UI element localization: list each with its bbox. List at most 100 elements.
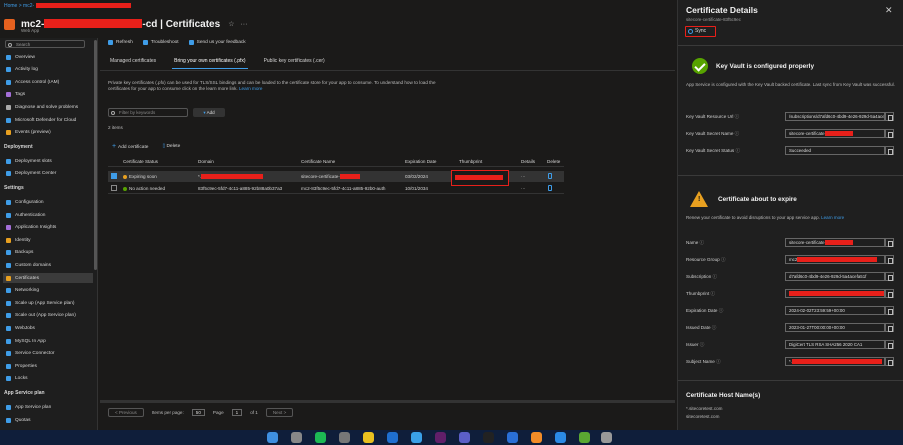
sidebar-item-certificates[interactable]: Certificates <box>3 273 93 283</box>
add-certificate-button[interactable]: + Add certificate <box>112 143 148 150</box>
field-value[interactable]: /subscriptions/d7afd6c0-4bd9-4e26-929d-5… <box>785 112 885 121</box>
trash-icon[interactable] <box>548 173 552 179</box>
field-value[interactable]: sitecore-certificate <box>785 238 885 247</box>
git-icon[interactable] <box>579 432 590 443</box>
sidebar-item-microsoft-defender-for-cloud[interactable]: Microsoft Defender for Cloud <box>3 115 93 125</box>
col-expiration[interactable]: Expiration Date <box>405 159 436 164</box>
field-value[interactable]: sitecore-certificate <box>785 129 885 138</box>
tab-bring-your-own[interactable]: Bring your own certificates (.pfx) <box>172 56 248 69</box>
spotify-icon[interactable] <box>315 432 326 443</box>
sidebar-item-configuration[interactable]: Configuration <box>3 197 93 207</box>
sidebar-item-app-service-plan[interactable]: App Service plan <box>3 402 93 412</box>
copy-icon[interactable] <box>885 340 894 349</box>
trash-icon[interactable] <box>601 432 612 443</box>
sidebar-item-custom-domains[interactable]: Custom domains <box>3 260 93 270</box>
bars-icon <box>6 199 11 205</box>
add-filter-button[interactable]: ▾ Add <box>193 108 225 117</box>
tab-public-key[interactable]: Public key certificates (.cer) <box>262 56 327 69</box>
sidebar-scrollbar[interactable] <box>94 40 97 270</box>
sidebar-item-identity[interactable]: Identity <box>3 235 93 245</box>
sidebar-item-service-connector[interactable]: Service Connector <box>3 349 93 359</box>
col-name[interactable]: Certificate Name <box>301 159 335 164</box>
sidebar-item-application-insights[interactable]: Application Insights <box>3 223 93 233</box>
page-size-select[interactable]: 50 <box>191 409 205 416</box>
delete-button[interactable]: ▯ Delete <box>162 144 180 149</box>
files-icon[interactable] <box>411 432 422 443</box>
col-thumbprint[interactable]: Thumbprint <box>459 159 482 164</box>
learn-more-link[interactable]: Learn more <box>821 215 844 220</box>
copy-icon[interactable] <box>885 272 894 281</box>
details-button[interactable]: ··· <box>521 174 526 179</box>
finder-icon[interactable] <box>267 432 278 443</box>
row-checkbox[interactable] <box>111 173 117 179</box>
sidebar-item-quotas[interactable]: Quotas <box>3 415 93 425</box>
copy-icon[interactable] <box>885 323 894 332</box>
page-select[interactable]: 1 <box>231 409 243 416</box>
copy-icon[interactable] <box>885 306 894 315</box>
refresh-button[interactable]: Refresh <box>108 40 133 45</box>
field-value[interactable]: d7afd6c0-4bd9-4e26-929d-5a4acefa51f <box>785 272 885 281</box>
sidebar-item-properties[interactable]: Properties <box>3 361 93 371</box>
sidebar-item-diagnose-and-solve-problems[interactable]: Diagnose and solve problems <box>3 102 93 112</box>
vscode-icon[interactable] <box>555 432 566 443</box>
sidebar-item-scale-out-app-service-plan[interactable]: Scale out (App Service plan) <box>3 311 93 321</box>
sidebar-item-mysql-in-app[interactable]: MySQL In App <box>3 336 93 346</box>
vpn-icon[interactable] <box>507 432 518 443</box>
sidebar-item-deployment-center[interactable]: Deployment Center <box>3 169 93 179</box>
field-value[interactable]: 2024-02-02T23:59:59+00:00 <box>785 306 885 315</box>
settings-icon[interactable] <box>339 432 350 443</box>
field-value[interactable]: Succeeded <box>785 146 885 155</box>
tab-managed-certificates[interactable]: Managed certificates <box>108 56 158 69</box>
trash-icon[interactable] <box>548 185 552 191</box>
sidebar-item-access-control-iam[interactable]: Access control (IAM) <box>3 77 93 87</box>
previous-button[interactable]: < Previous <box>108 408 144 417</box>
field-value[interactable]: 2023-01-27T00:00:00+00:00 <box>785 323 885 332</box>
field-value[interactable] <box>785 289 885 298</box>
terminal-icon[interactable] <box>483 432 494 443</box>
horizontal-scrollbar[interactable] <box>100 400 675 403</box>
sidebar-item-activity-log[interactable]: Activity log <box>3 65 93 75</box>
row-checkbox[interactable] <box>111 185 117 191</box>
launchpad-icon[interactable] <box>291 432 302 443</box>
search-input[interactable]: Search <box>5 40 85 48</box>
sidebar-item-networking[interactable]: Networking <box>3 286 93 296</box>
col-domain[interactable]: Domain <box>198 159 214 164</box>
sublime-icon[interactable] <box>531 432 542 443</box>
field-value[interactable]: mc2 <box>785 255 885 264</box>
sidebar-item-overview[interactable]: Overview <box>3 52 93 62</box>
copy-icon[interactable] <box>885 112 894 121</box>
copy-icon[interactable] <box>885 255 894 264</box>
sidebar-item-backups[interactable]: Backups <box>3 248 93 258</box>
copy-icon[interactable] <box>885 289 894 298</box>
sync-button[interactable]: Sync <box>685 26 716 37</box>
learn-more-link[interactable]: Learn more <box>239 86 263 91</box>
col-status[interactable]: Certificate Status <box>123 159 158 164</box>
copy-icon[interactable] <box>885 146 894 155</box>
sidebar-item-authentication[interactable]: Authentication <box>3 210 93 220</box>
filter-input[interactable]: Filter by keywords <box>108 108 188 117</box>
more-icon[interactable]: ··· <box>240 21 247 28</box>
copy-icon[interactable] <box>885 129 894 138</box>
next-button[interactable]: Next > <box>265 408 294 417</box>
slack-icon[interactable] <box>435 432 446 443</box>
details-button[interactable]: ··· <box>521 186 526 191</box>
close-icon[interactable]: ✕ <box>885 5 893 16</box>
outlook-icon[interactable] <box>387 432 398 443</box>
copy-icon[interactable] <box>885 357 894 366</box>
teams-icon[interactable] <box>459 432 470 443</box>
sidebar-item-locks[interactable]: Locks <box>3 374 93 384</box>
copy-icon[interactable] <box>885 238 894 247</box>
troubleshoot-button[interactable]: Troubleshoot <box>142 40 179 45</box>
sidebar-item-webjobs[interactable]: WebJobs <box>3 323 93 333</box>
field-value[interactable]: *. <box>785 357 885 366</box>
breadcrumb[interactable]: Home > mc2- <box>4 3 131 9</box>
sidebar-item-events-preview[interactable]: Events (preview) <box>3 128 93 138</box>
feedback-button[interactable]: Send us your feedback <box>188 40 246 45</box>
star-icon[interactable]: ☆ <box>228 20 234 28</box>
sidebar-item-tags[interactable]: Tags <box>3 90 93 100</box>
chrome-icon[interactable] <box>363 432 374 443</box>
sidebar-item-scale-up-app-service-plan[interactable]: Scale up (App Service plan) <box>3 298 93 308</box>
sidebar-item-deployment-slots[interactable]: Deployment slots <box>3 156 93 166</box>
field-value[interactable]: DigiCert TLS RSA SHA256 2020 CA1 <box>785 340 885 349</box>
breadcrumb-text[interactable]: Home > mc2- <box>4 3 34 9</box>
